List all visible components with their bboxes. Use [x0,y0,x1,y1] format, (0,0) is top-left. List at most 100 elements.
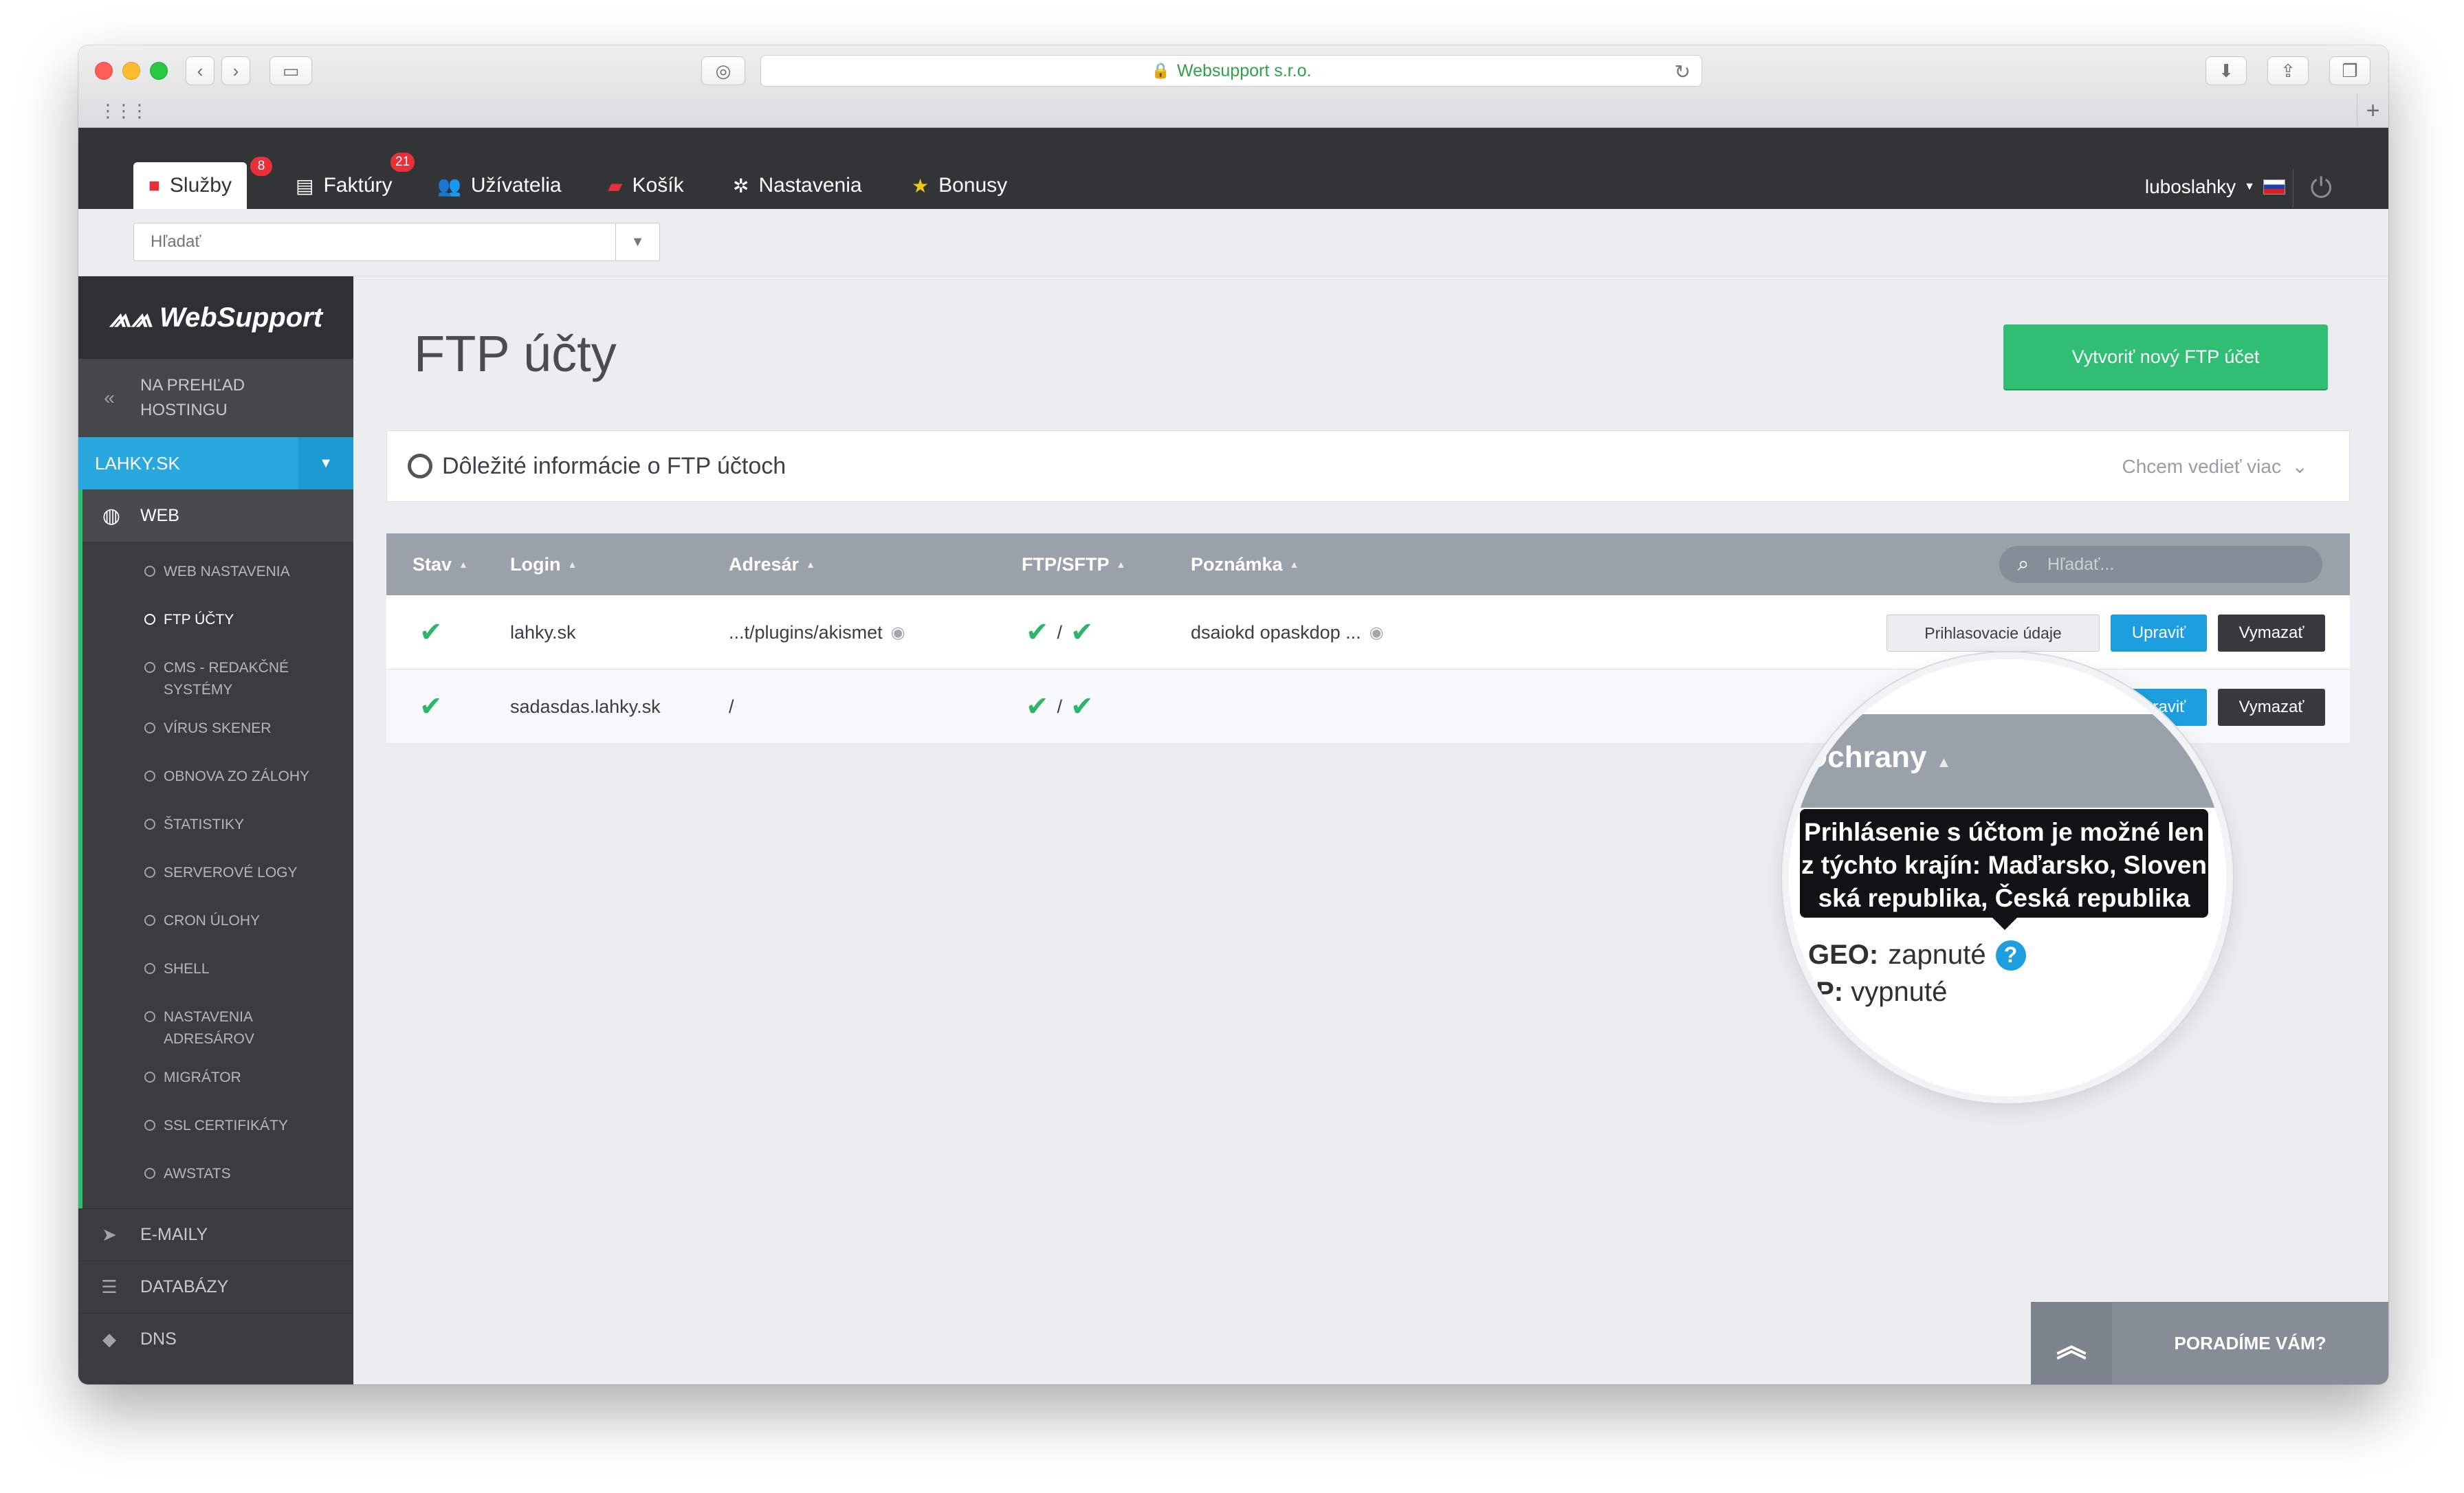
sftp-check-icon: ✔ [1070,692,1094,722]
main-content: FTP účty Vytvoriť nový FTP účet Dôležité… [353,276,2388,1384]
sidebar-item-web-nastavenia[interactable]: WEB NASTAVENIA [82,549,353,597]
invoice-icon: ▤ [296,175,314,197]
zoom-window-button[interactable] [150,62,168,80]
magnifier-lens: Ochrany ▲ Prihlásenie s účtom je možné le… [1789,659,2226,1096]
sidebar-item-cron[interactable]: CRON ÚLOHY [82,898,353,946]
websupport-logo[interactable]: ⩕⩕ WebSupport [78,276,353,359]
info-panel[interactable]: Dôležité informácie o FTP účtoch Chcem v… [386,430,2350,502]
sort-up-icon: ▲ [459,559,468,570]
sidebar-item-shell[interactable]: SHELL [82,946,353,994]
login-details-button[interactable]: Prihlasovacie údaje [1886,615,2100,652]
reload-icon[interactable]: ↻ [1675,60,1691,83]
double-chevron-up-icon[interactable]: ︽ [2031,1302,2112,1384]
tab-faktury[interactable]: ▤ Faktúry [280,162,408,209]
dir-cell: / [729,696,734,717]
forward-icon[interactable]: › [221,56,250,85]
delete-button[interactable]: Vymazať [2218,615,2325,652]
back-icon[interactable]: ‹ [186,56,214,85]
table-row: ✔ lahky.sk ...t/plugins/akismet ◉ ✔ / ✔ … [386,595,2350,670]
column-header-note[interactable]: Poznámka ▲ [1191,533,1299,595]
sidebar-item-dns[interactable]: ◆ DNS [78,1313,353,1365]
chevron-down-icon[interactable]: ▼ [615,223,659,261]
sidebar-item-web[interactable]: ◍ WEB [78,489,353,542]
geo-status: GEO: zapnuté ? [1808,940,2026,971]
gear-icon: ✲ [733,175,749,197]
notification-badge: 21 [389,151,417,173]
column-header-ftp[interactable]: FTP/SFTP ▲ [1022,533,1125,595]
tab-strip: ⋮⋮⋮ + [78,93,2388,128]
table-search[interactable]: ⌕ Hľadať... [1999,546,2322,583]
sidebar-item-emaily[interactable]: ➤ E-MAILY [78,1208,353,1261]
tab-label: Nastavenia [758,174,862,197]
sidebar-item-ftp-ucty[interactable]: FTP ÚČTY [82,597,353,645]
sidebar-item-serverove-logy[interactable]: SERVEROVÉ LOGY [82,850,353,898]
sort-up-icon: ▲ [806,559,815,570]
web-submenu: WEB NASTAVENIA FTP ÚČTY CMS - REDAKČNÉ S… [78,542,353,1208]
sort-up-icon: ▲ [1936,753,1952,771]
user-menu[interactable]: luboslahky ▼ [2145,176,2285,198]
column-header-dir[interactable]: Adresár ▲ [729,533,815,595]
site-title: Websupport s.r.o. [1176,60,1312,80]
sidebar-toggle-icon[interactable]: ▭ [270,56,312,85]
ftp-check-icon: ✔ [1026,617,1049,648]
tab-bonusy[interactable]: ★ Bonusy [896,162,1022,209]
grid-icon[interactable]: ⋮⋮⋮ [99,100,148,122]
sidebar-item-databazy[interactable]: ☰ DATABÁZY [78,1261,353,1313]
sidebar-item-nastavenia-adresarov[interactable]: NASTAVENIA ADRESÁROV [82,994,353,1054]
new-tab-button[interactable]: + [2357,93,2388,128]
geo-tooltip: Prihlásenie s účtom je možné len z týcht… [1800,809,2208,918]
tabs-overview-icon[interactable]: ❐ [2329,56,2370,85]
tab-nastavenia[interactable]: ✲ Nastavenia [718,162,877,209]
sidebar-item-awstats[interactable]: AWSTATS [82,1151,353,1199]
sidebar-item-obnova[interactable]: OBNOVA ZO ZÁLOHY [82,753,353,801]
back-to-hosting-link[interactable]: « NA PREHĽAD HOSTINGU [78,359,353,437]
sidebar-item-migrator[interactable]: MIGRÁTOR [82,1054,353,1103]
sidebar-item-virus-skener[interactable]: VÍRUS SKENER [82,705,353,753]
search-input[interactable] [134,223,615,261]
sidebar-item-cms[interactable]: CMS - REDAKČNÉ SYSTÉMY [82,645,353,705]
tab-label: Služby [169,174,232,197]
column-header-protection: Ochrany ▲ [1789,714,2226,808]
domain-select[interactable]: LAHKY.SK ▼ [78,437,353,489]
tooltip-line: z týchto krajín: Maďarsko, Sloven [1801,851,2207,879]
eye-icon[interactable]: ◉ [891,623,905,643]
tab-sluzby[interactable]: ■ Služby [133,162,247,209]
chevron-down-icon: ⌄ [2286,455,2308,477]
eye-icon[interactable]: ◉ [1370,623,1384,643]
status-ok-icon: ✔ [419,692,443,722]
double-chevron-left-icon: « [104,387,115,408]
chevron-down-icon[interactable]: ▼ [298,437,353,489]
table-search-placeholder: Hľadať... [2047,554,2115,574]
service-search: ▼ [133,223,660,261]
browser-toolbar: ‹ › ▭ ◎ 🔒 Websupport s.r.o. ↻ ⬇ ⇪ ❐ ⋮⋮⋮ … [78,45,2388,128]
circle-icon [144,915,155,926]
share-icon[interactable]: ⇪ [2267,56,2309,85]
tab-uzivatelia[interactable]: 👥 Užívatelia [422,162,577,209]
column-header-state[interactable]: Stav ▲ [412,533,468,595]
ip-status: IP: vypnuté [1808,977,1947,1008]
power-icon[interactable]: ⏻ [2293,169,2332,208]
downloads-icon[interactable]: ⬇ [2206,56,2247,85]
learn-more-link[interactable]: Chcem vedieť viac ⌄ [2122,455,2308,478]
column-header-login[interactable]: Login ▲ [510,533,577,595]
ftp-cell: ✔ / ✔ [1026,617,1094,648]
shield-privacy-icon[interactable]: ◎ [701,56,745,85]
back-label-2: HOSTINGU [140,401,228,419]
delete-button[interactable]: Vymazať [2218,689,2325,726]
help-widget[interactable]: ︽ PORADÍME VÁM? [2031,1302,2388,1384]
star-icon: ★ [912,175,930,197]
sidebar-item-ssl[interactable]: SSL CERTIFIKÁTY [82,1103,353,1151]
minimize-window-button[interactable] [122,62,140,80]
close-window-button[interactable] [95,62,113,80]
address-bar[interactable]: 🔒 Websupport s.r.o. ↻ [760,55,1702,87]
create-ftp-account-button[interactable]: Vytvoriť nový FTP účet [2003,324,2328,389]
tooltip-line: ská republika, Česká republika [1818,884,2190,912]
ftp-check-icon: ✔ [1026,692,1049,722]
sidebar-item-statistiky[interactable]: ŠTATISTIKY [82,801,353,850]
globe-icon: ◍ [102,504,121,527]
tab-kosik[interactable]: ▰ Košík [593,162,699,209]
dir-cell: ...t/plugins/akismet ◉ [729,621,905,643]
tab-label: Bonusy [938,174,1008,197]
edit-button[interactable]: Upraviť [2111,615,2207,652]
help-icon[interactable]: ? [1995,940,2026,971]
